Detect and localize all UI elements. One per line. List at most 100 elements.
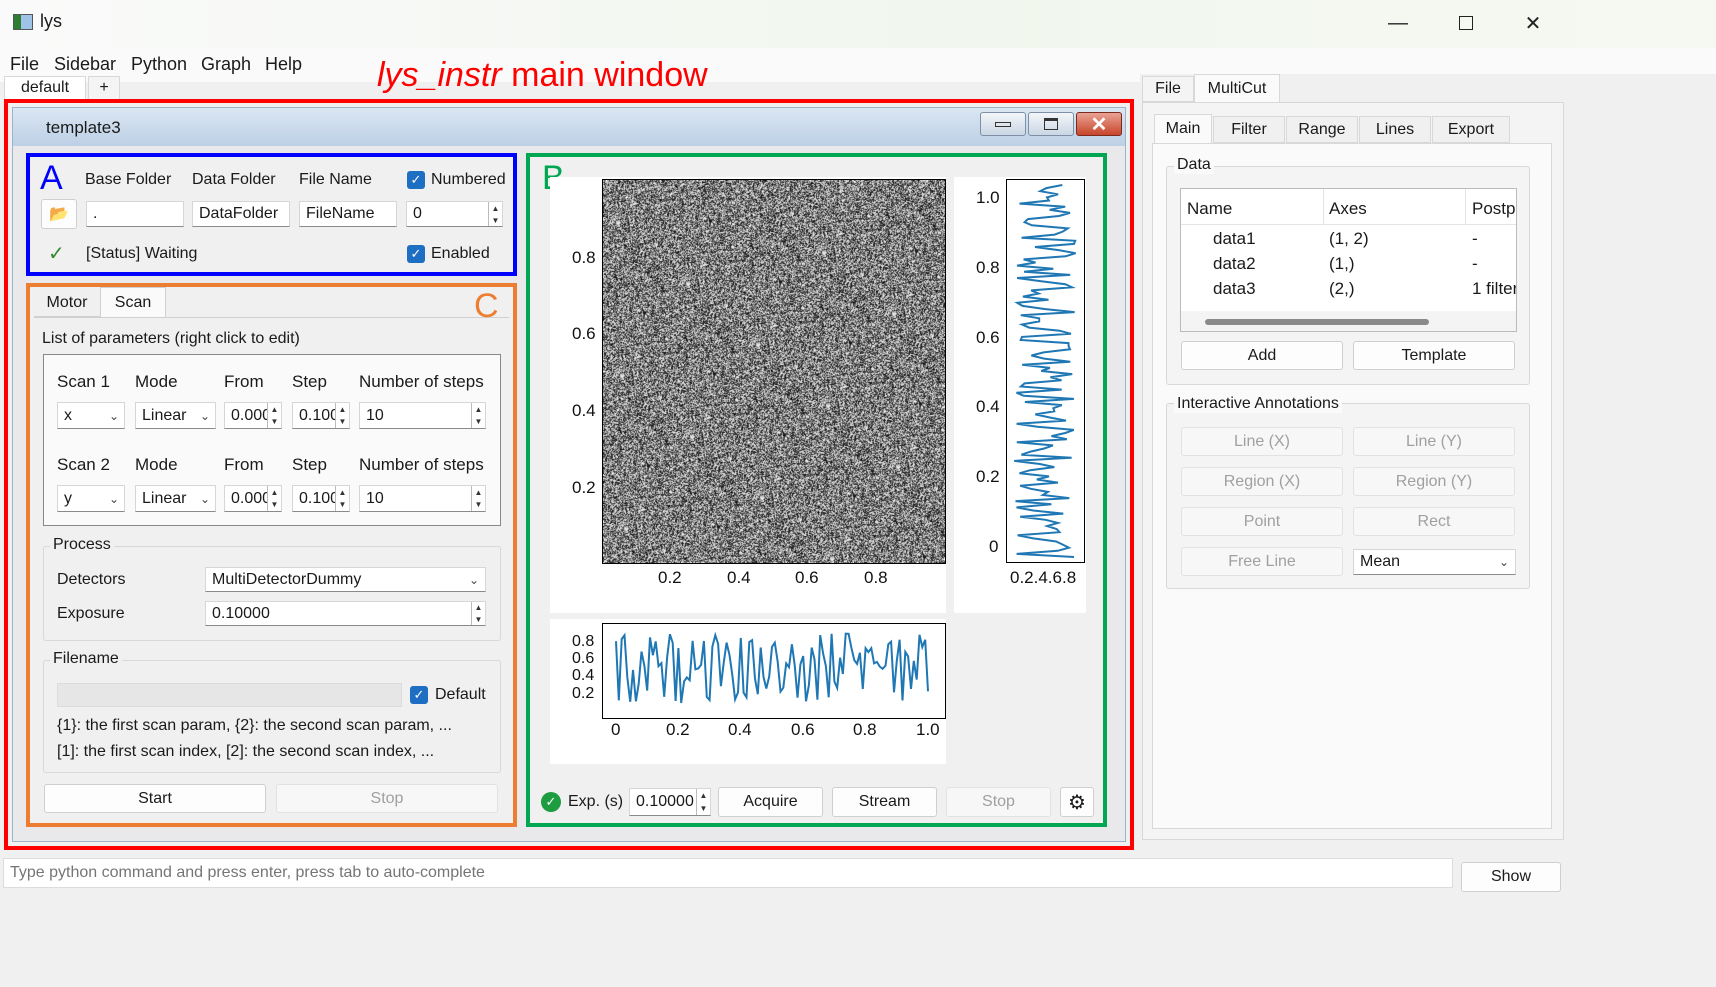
- spin-up-icon[interactable]: ▲: [472, 403, 485, 416]
- spin-up-icon[interactable]: ▲: [489, 202, 502, 214]
- menu-python[interactable]: Python: [131, 54, 187, 75]
- scan-parameter-table[interactable]: Scan 1 Mode From Step Number of steps x ⌄…: [43, 354, 501, 526]
- menu-graph[interactable]: Graph: [201, 54, 251, 75]
- scan2-step-spinner[interactable]: ▲ ▼: [335, 486, 349, 511]
- row-post[interactable]: -: [1472, 229, 1478, 249]
- detector-stop-button[interactable]: Stop: [946, 787, 1051, 817]
- scrollbar-thumb[interactable]: [1205, 319, 1429, 325]
- stop-button[interactable]: Stop: [276, 784, 498, 813]
- number-spinner[interactable]: ▲ ▼: [488, 202, 502, 226]
- spin-down-icon[interactable]: ▼: [697, 802, 710, 815]
- exposure-time-input[interactable]: 0.10000 ▲ ▼: [629, 788, 711, 816]
- scan2-steps-spinner[interactable]: ▲ ▼: [471, 486, 485, 511]
- folder-open-button[interactable]: 📂: [41, 199, 77, 229]
- exposure-input[interactable]: 0.10000 ▲ ▼: [205, 601, 486, 626]
- spin-down-icon[interactable]: ▼: [268, 416, 281, 429]
- point-button[interactable]: Point: [1181, 507, 1343, 536]
- image-plot-noise[interactable]: [602, 179, 946, 564]
- subtab-export[interactable]: Export: [1432, 116, 1510, 143]
- scan2-from-spinner[interactable]: ▲ ▼: [267, 486, 281, 511]
- scan2-axis-select[interactable]: y ⌄: [57, 485, 125, 512]
- bottom-plot[interactable]: [602, 623, 946, 719]
- col-axes-header[interactable]: Axes: [1329, 199, 1367, 219]
- scan1-step-spinner[interactable]: ▲ ▼: [335, 403, 349, 428]
- file-name-input[interactable]: FileName: [299, 201, 397, 227]
- spin-down-icon[interactable]: ▼: [268, 499, 281, 512]
- spin-up-icon[interactable]: ▲: [336, 403, 349, 416]
- mean-select[interactable]: Mean ⌄: [1353, 549, 1516, 575]
- start-button[interactable]: Start: [44, 784, 266, 813]
- data-folder-input[interactable]: DataFolder: [192, 201, 290, 227]
- row-name[interactable]: data2: [1213, 254, 1256, 274]
- row-name[interactable]: data1: [1213, 229, 1256, 249]
- spin-down-icon[interactable]: ▼: [336, 416, 349, 429]
- spin-up-icon[interactable]: ▲: [697, 789, 710, 802]
- add-data-button[interactable]: Add: [1181, 341, 1343, 370]
- free-line-button[interactable]: Free Line: [1181, 547, 1343, 576]
- scan1-steps-spinner[interactable]: ▲ ▼: [471, 403, 485, 428]
- scan2-steps-input[interactable]: 10 ▲ ▼: [359, 485, 486, 512]
- tab-motor[interactable]: Motor: [34, 289, 100, 317]
- scan1-steps-input[interactable]: 10 ▲ ▼: [359, 402, 486, 429]
- template-button[interactable]: Template: [1353, 341, 1515, 370]
- tab-scan[interactable]: Scan: [100, 287, 166, 317]
- menu-sidebar[interactable]: Sidebar: [54, 54, 116, 75]
- exposure-time-spinner[interactable]: ▲ ▼: [696, 789, 710, 815]
- menu-help[interactable]: Help: [265, 54, 302, 75]
- col-name-header[interactable]: Name: [1187, 199, 1232, 219]
- tab-add[interactable]: +: [88, 76, 120, 100]
- row-post[interactable]: 1 filter: [1472, 279, 1516, 299]
- detectors-select[interactable]: MultiDetectorDummy ⌄: [205, 567, 486, 592]
- rect-button[interactable]: Rect: [1353, 507, 1515, 536]
- number-input[interactable]: 0 ▲ ▼: [406, 201, 503, 227]
- subtab-range[interactable]: Range: [1286, 116, 1358, 143]
- region-y-button[interactable]: Region (Y): [1353, 467, 1515, 496]
- exposure-spinner[interactable]: ▲ ▼: [471, 602, 485, 625]
- subtab-filter[interactable]: Filter: [1213, 116, 1285, 143]
- spin-down-icon[interactable]: ▼: [336, 499, 349, 512]
- side-plot[interactable]: [1006, 179, 1085, 563]
- spin-down-icon[interactable]: ▼: [472, 614, 485, 626]
- line-y-button[interactable]: Line (Y): [1353, 427, 1515, 456]
- settings-button[interactable]: ⚙: [1060, 787, 1094, 817]
- row-axes[interactable]: (1, 2): [1329, 229, 1369, 249]
- subwindow-close-icon[interactable]: ✕: [1076, 112, 1122, 136]
- spin-up-icon[interactable]: ▲: [472, 486, 485, 499]
- spin-up-icon[interactable]: ▲: [268, 403, 281, 416]
- subwindow-minimize-icon[interactable]: [980, 112, 1026, 136]
- scan1-step-input[interactable]: 0.100 ▲ ▼: [292, 402, 350, 429]
- row-axes[interactable]: (2,): [1329, 279, 1355, 299]
- scan1-axis-select[interactable]: x ⌄: [57, 402, 125, 429]
- menu-file[interactable]: File: [10, 54, 39, 75]
- scan1-from-spinner[interactable]: ▲ ▼: [267, 403, 281, 428]
- scan2-step-input[interactable]: 0.100 ▲ ▼: [292, 485, 350, 512]
- col-postprocess-header[interactable]: Postpr: [1472, 199, 1516, 219]
- spin-down-icon[interactable]: ▼: [472, 499, 485, 512]
- subtab-main[interactable]: Main: [1154, 114, 1212, 143]
- tab-default[interactable]: default: [4, 76, 86, 100]
- spin-up-icon[interactable]: ▲: [472, 602, 485, 614]
- scan1-mode-select[interactable]: Linear ⌄: [135, 402, 216, 429]
- base-folder-input[interactable]: .: [86, 201, 184, 227]
- region-x-button[interactable]: Region (X): [1181, 467, 1343, 496]
- data-table[interactable]: Name Axes Postpr data1 (1, 2) - data2 (1…: [1180, 188, 1517, 332]
- row-post[interactable]: -: [1472, 254, 1478, 274]
- enabled-checkbox[interactable]: ✓: [407, 245, 425, 263]
- scan2-from-input[interactable]: 0.000 ▲ ▼: [224, 485, 282, 512]
- scan1-from-input[interactable]: 0.000 ▲ ▼: [224, 402, 282, 429]
- numbered-checkbox[interactable]: ✓: [407, 171, 425, 189]
- acquire-button[interactable]: Acquire: [718, 787, 823, 817]
- sidebar-tab-file[interactable]: File: [1142, 76, 1194, 102]
- spin-up-icon[interactable]: ▲: [268, 486, 281, 499]
- spin-up-icon[interactable]: ▲: [336, 486, 349, 499]
- row-axes[interactable]: (1,): [1329, 254, 1355, 274]
- python-command-input[interactable]: [3, 858, 1453, 888]
- line-x-button[interactable]: Line (X): [1181, 427, 1343, 456]
- stream-button[interactable]: Stream: [832, 787, 937, 817]
- row-name[interactable]: data3: [1213, 279, 1256, 299]
- maximize-icon[interactable]: [1442, 6, 1490, 40]
- scan2-mode-select[interactable]: Linear ⌄: [135, 485, 216, 512]
- spin-down-icon[interactable]: ▼: [472, 416, 485, 429]
- close-icon[interactable]: ✕: [1509, 6, 1557, 40]
- horizontal-scrollbar[interactable]: [1181, 311, 1516, 331]
